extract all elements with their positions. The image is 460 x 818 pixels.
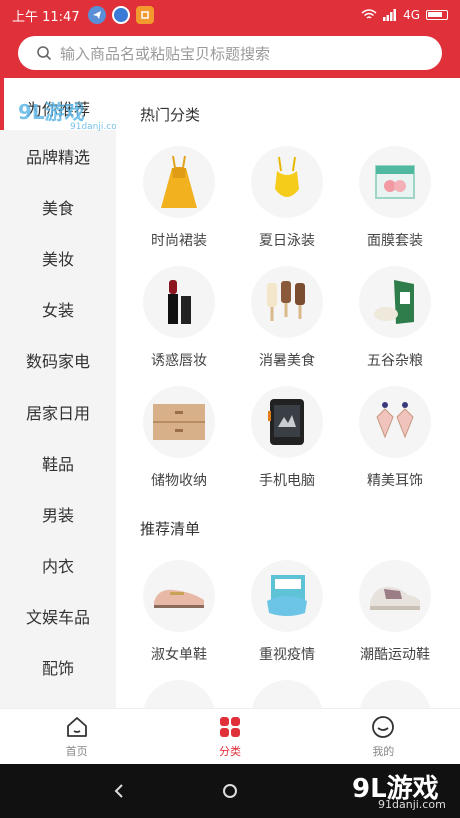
facemask-box-icon [359, 146, 431, 218]
sidebar-item-label: 居家日用 [25, 403, 90, 423]
sidebar-item-accessories[interactable]: 配饰 [0, 642, 116, 693]
category-item-lipstick[interactable]: 诱惑唇妆 [124, 266, 234, 370]
category-item-masks[interactable]: 重视疫情 [232, 560, 342, 664]
category-item-storage[interactable]: 储物收纳 [124, 386, 234, 490]
snack-box-icon [143, 680, 215, 708]
category-label: 时尚裙装 [151, 233, 207, 249]
category-item-dress[interactable]: 时尚裙装 [124, 146, 234, 250]
bag-icon [359, 680, 431, 708]
sidebar-item-label: 品牌精选 [25, 147, 90, 167]
category-label: 储物收纳 [151, 473, 207, 489]
category-label: 面膜套装 [367, 233, 423, 249]
category-item-icecream[interactable]: 消暑美食 [232, 266, 342, 370]
tab-label: 首页 [65, 744, 88, 758]
tab-home[interactable]: 首页 [0, 709, 153, 764]
tab-label: 分类 [218, 744, 241, 758]
sidebar-item-womens[interactable]: 女装 [0, 284, 116, 335]
category-label: 淑女单鞋 [151, 647, 207, 663]
tab-category[interactable]: 分类 [153, 709, 306, 764]
popsicle-icon [251, 266, 323, 338]
sidebar-item-label: 美食 [41, 198, 74, 218]
category-item-sneakers[interactable]: 潮酷运动鞋 [340, 560, 450, 664]
drawer-box-icon [143, 386, 215, 458]
status-time: 上午 11:47 [12, 9, 80, 25]
search-input[interactable]: 输入商品名或粘贴宝贝标题搜索 [18, 36, 442, 70]
sneaker-icon [359, 560, 431, 632]
search-icon [37, 46, 52, 61]
rugged-phone-icon [251, 386, 323, 458]
category-label: 五谷杂粮 [367, 353, 423, 369]
category-item-partial[interactable] [340, 680, 450, 708]
browser-icon [111, 6, 130, 24]
sidebar-item-brands[interactable]: 品牌精选 [0, 130, 116, 181]
sidebar-item-shoes[interactable]: 鞋品 [0, 437, 116, 488]
category-label: 诱惑唇妆 [151, 353, 207, 369]
tab-label: 我的 [372, 744, 395, 758]
watermark-logo: 9L游戏 [18, 100, 85, 124]
home-circle-icon[interactable] [222, 783, 238, 799]
mask-box-icon [251, 560, 323, 632]
lipstick-icon [143, 266, 215, 338]
swimsuit-icon [251, 146, 323, 218]
sidebar-item-label: 男装 [41, 505, 74, 525]
earrings-icon [359, 386, 431, 458]
tab-mine[interactable]: 我的 [307, 709, 460, 764]
category-item-facemask[interactable]: 面膜套装 [340, 146, 450, 250]
category-item-earrings[interactable]: 精美耳饰 [340, 386, 450, 490]
telegram-icon [87, 6, 106, 24]
rice-bag-icon [359, 266, 431, 338]
search-placeholder: 输入商品名或粘贴宝贝标题搜索 [60, 44, 271, 63]
smiley-icon [372, 715, 395, 738]
category-item-partial[interactable] [124, 680, 234, 708]
sidebar-item-label: 鞋品 [41, 454, 74, 474]
signal-icon [383, 9, 397, 21]
category-sidebar: 为你推荐 品牌精选 美食 美妆 女装 数码家电 居家日用 鞋品 男装 内衣 文娱… [0, 78, 116, 708]
sidebar-item-food[interactable]: 美食 [0, 181, 116, 232]
header: 输入商品名或粘贴宝贝标题搜索 [0, 30, 460, 78]
wifi-icon [361, 9, 377, 19]
gift-box-icon [251, 680, 323, 708]
category-item-partial[interactable] [232, 680, 342, 708]
sidebar-item-home[interactable]: 居家日用 [0, 386, 116, 437]
bottom-tabbar: 首页 分类 我的 [0, 708, 460, 764]
sidebar-item-label: 内衣 [41, 557, 74, 577]
category-label: 夏日泳装 [259, 233, 315, 249]
status-bar: 上午 11:47 4G [0, 0, 460, 30]
category-label: 重视疫情 [259, 647, 315, 663]
section-title-recommend: 推荐清单 [140, 520, 201, 538]
category-item-phones[interactable]: 手机电脑 [232, 386, 342, 490]
home-icon [66, 716, 87, 737]
category-content: 热门分类 时尚裙装 夏日泳装 面膜套装 诱惑唇妆 消暑美食 五谷杂粮 储物收纳 … [116, 78, 460, 708]
back-icon[interactable] [112, 783, 126, 799]
category-grid-icon [219, 716, 240, 737]
sidebar-item-beauty[interactable]: 美妆 [0, 232, 116, 283]
battery-icon [426, 10, 448, 20]
watermark-site: 91danji.com [378, 798, 446, 811]
category-label: 手机电脑 [259, 473, 315, 489]
category-item-swimsuit[interactable]: 夏日泳装 [232, 146, 342, 250]
loafer-shoe-icon [143, 560, 215, 632]
category-label: 潮酷运动鞋 [360, 647, 430, 663]
sidebar-item-label: 美妆 [41, 249, 74, 269]
category-item-flats[interactable]: 淑女单鞋 [124, 560, 234, 664]
sidebar-item-digital[interactable]: 数码家电 [0, 335, 116, 386]
status-indicators: 4G [361, 8, 448, 22]
category-item-grains[interactable]: 五谷杂粮 [340, 266, 450, 370]
sidebar-item-label: 数码家电 [25, 352, 90, 372]
app-notification-icon [135, 6, 154, 24]
dress-icon [143, 146, 215, 218]
sidebar-item-mens[interactable]: 男装 [0, 488, 116, 539]
sidebar-item-label: 女装 [41, 301, 74, 321]
category-label: 精美耳饰 [367, 473, 423, 489]
section-title-hot: 热门分类 [140, 106, 201, 124]
sidebar-item-label: 文娱车品 [25, 608, 90, 628]
sidebar-item-entertainment[interactable]: 文娱车品 [0, 591, 116, 642]
network-type: 4G [403, 8, 420, 22]
sidebar-item-underwear[interactable]: 内衣 [0, 540, 116, 591]
category-label: 消暑美食 [259, 353, 315, 369]
sidebar-item-label: 配饰 [41, 659, 74, 679]
